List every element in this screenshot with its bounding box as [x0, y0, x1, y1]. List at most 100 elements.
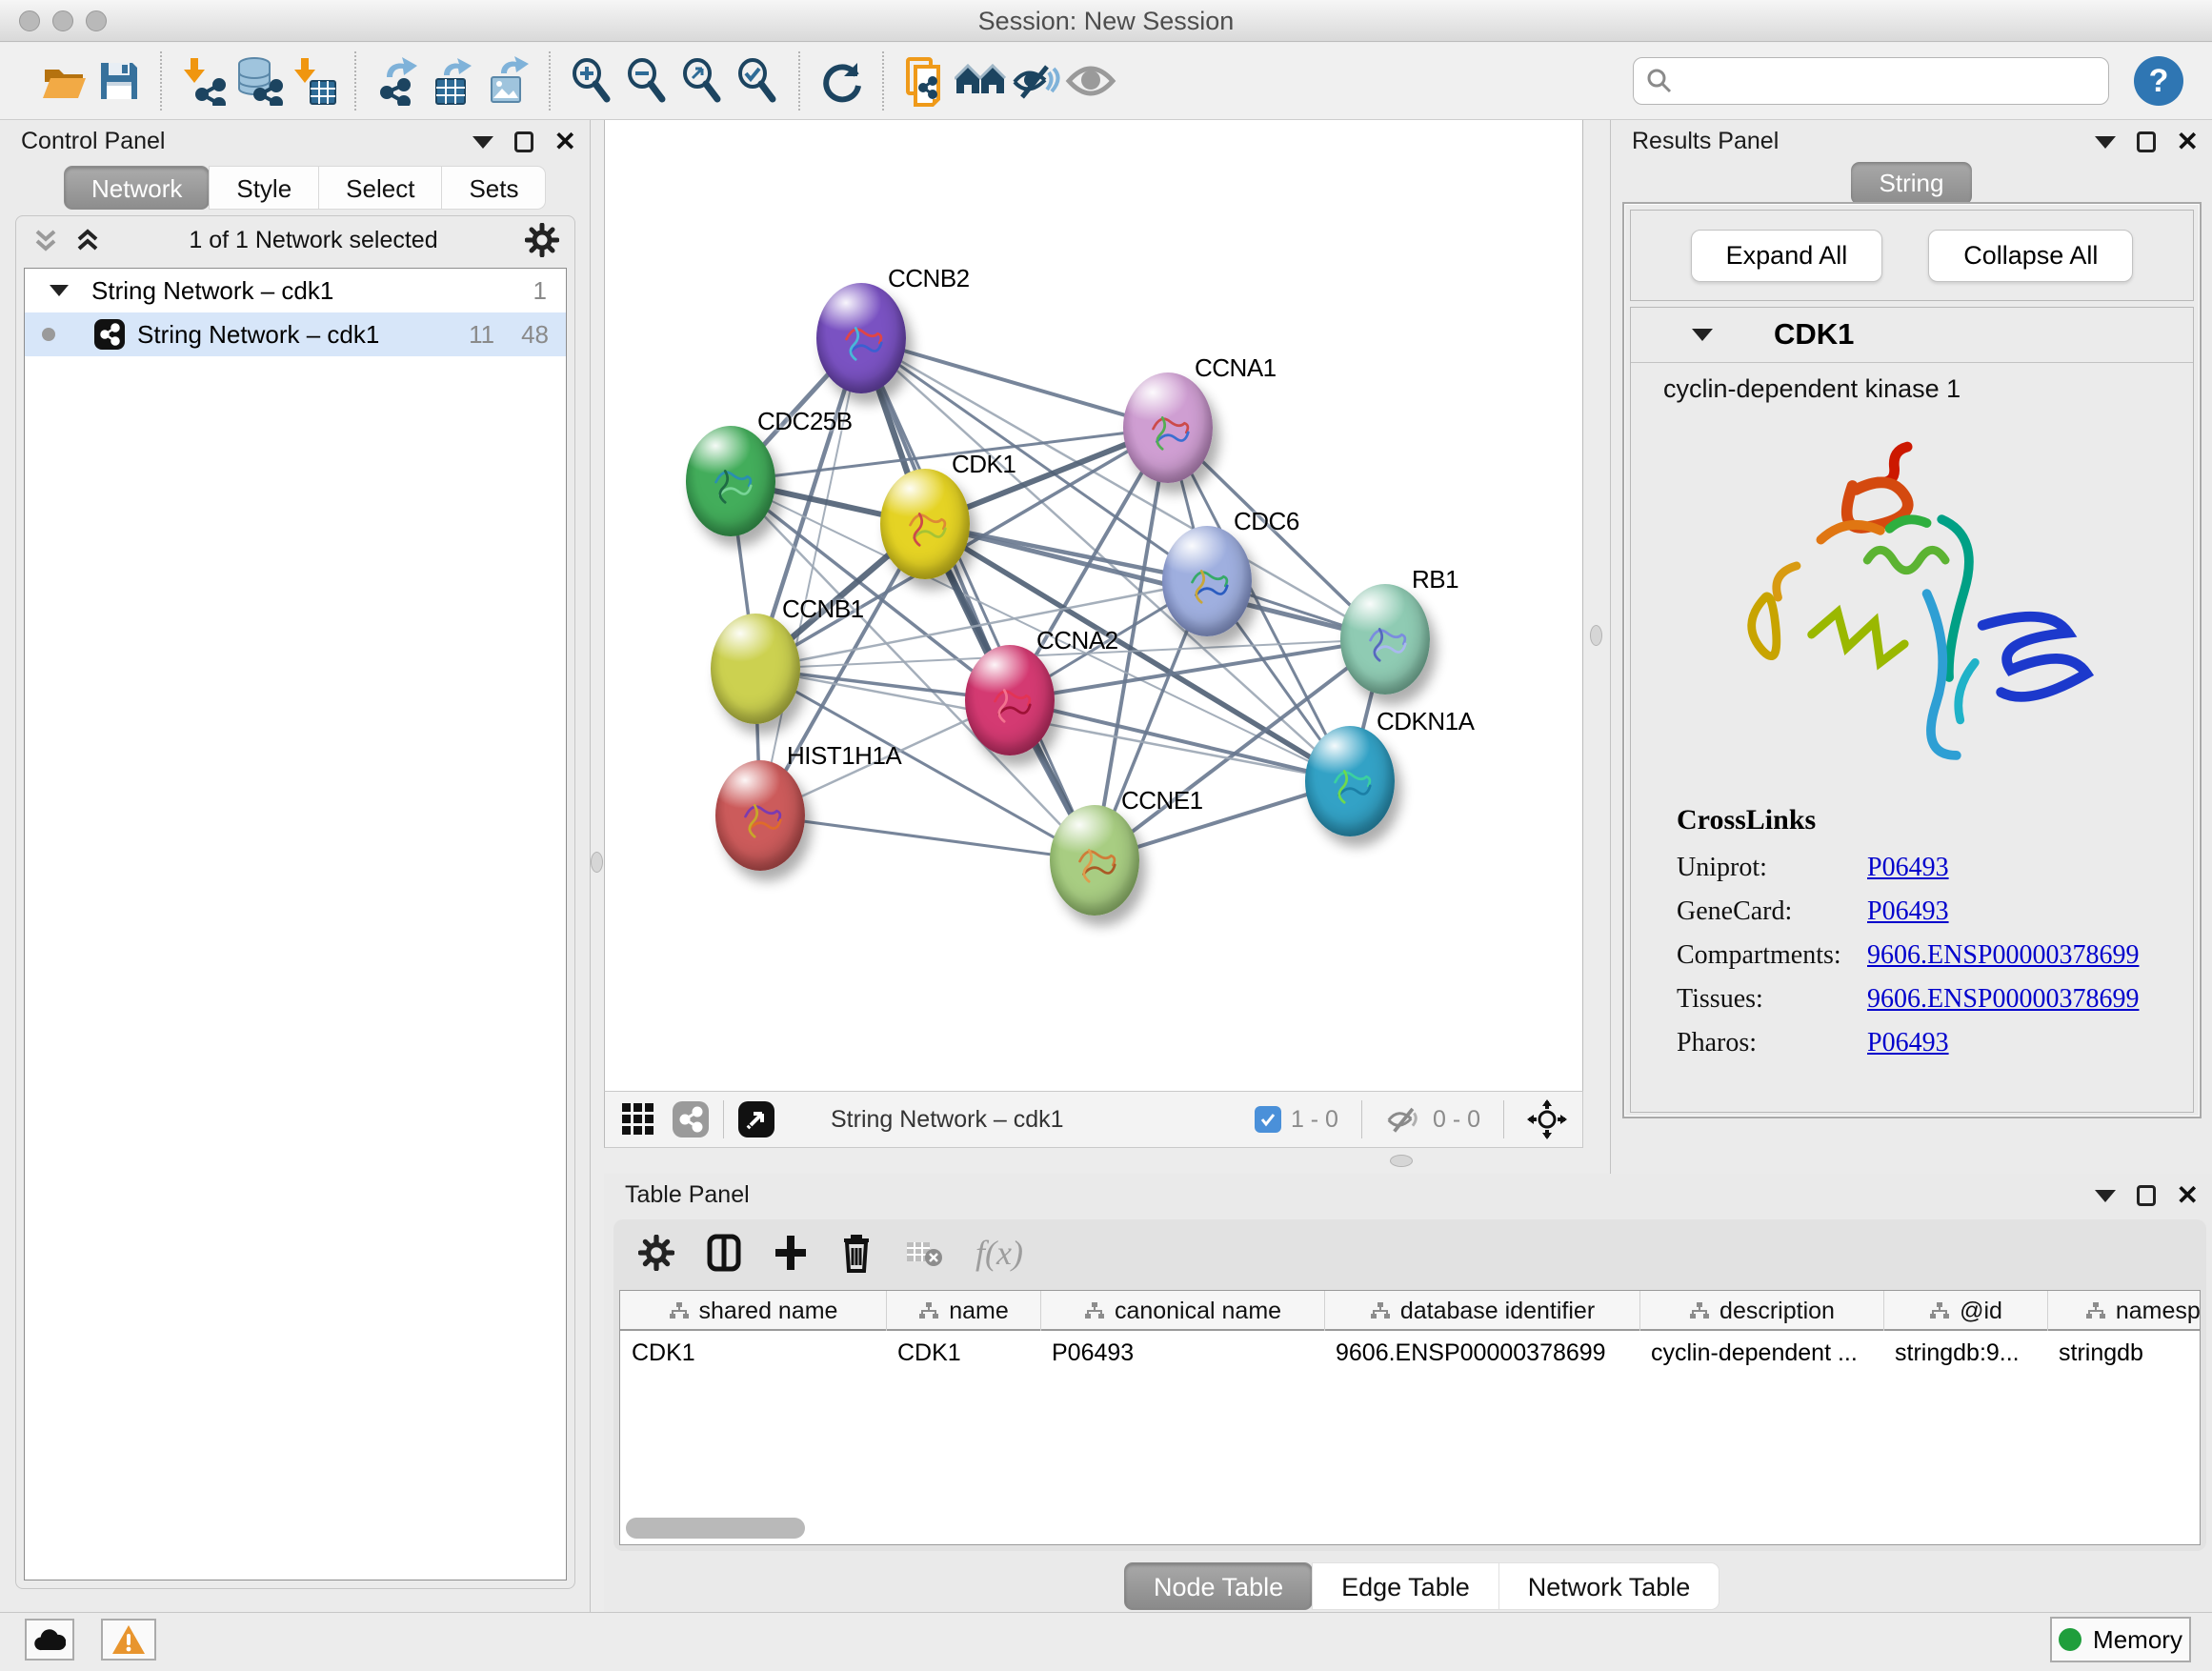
network-node-CDC6[interactable] — [1162, 526, 1252, 636]
open-session-button[interactable] — [36, 51, 91, 111]
tab-sets[interactable]: Sets — [441, 166, 546, 210]
entry-disclosure-icon[interactable] — [1692, 329, 1713, 341]
first-neighbors-button[interactable] — [953, 51, 1008, 111]
network-list: String Network – cdk1 1 String Network –… — [24, 268, 567, 1580]
tab-node-table[interactable]: Node Table — [1124, 1562, 1313, 1610]
column-header-shared-name[interactable]: shared name — [620, 1291, 886, 1331]
table-cell[interactable]: 9606.ENSP00000378699 — [1324, 1333, 1639, 1373]
column-header--id[interactable]: @id — [1883, 1291, 2047, 1331]
network-node-CCNB1[interactable] — [711, 614, 800, 724]
collapse-panel-icon[interactable] — [2095, 136, 2116, 149]
add-column-icon[interactable] — [774, 1234, 808, 1272]
cloud-status-button[interactable] — [25, 1619, 74, 1661]
gear-icon[interactable] — [525, 223, 559, 257]
import-table-file-button[interactable] — [286, 51, 341, 111]
clone-network-button[interactable] — [897, 51, 953, 111]
network-canvas[interactable]: CCNB2CCNA1CDC25BCDK1CDC6RB1CCNB1CCNA2CDK… — [604, 120, 1583, 1091]
hide-selected-button[interactable] — [1008, 51, 1063, 111]
network-node-CDKN1A[interactable] — [1305, 726, 1395, 836]
collapse-panel-icon[interactable] — [473, 136, 493, 149]
column-header-description[interactable]: description — [1639, 1291, 1883, 1331]
collection-disclosure-icon[interactable] — [50, 285, 69, 296]
network-collection-row[interactable]: String Network – cdk1 1 — [25, 269, 566, 312]
table-cell[interactable]: cyclin-dependent ... — [1639, 1333, 1883, 1373]
grid-view-icon[interactable] — [620, 1101, 656, 1137]
warnings-button[interactable] — [101, 1619, 156, 1661]
table-cell[interactable]: CDK1 — [886, 1333, 1040, 1373]
search-input[interactable] — [1674, 62, 2097, 100]
protein-structure-thumbnail — [1179, 551, 1235, 617]
table-row[interactable]: CDK1CDK1P064939606.ENSP00000378699cyclin… — [620, 1333, 2201, 1373]
close-panel-icon[interactable]: ✕ — [2177, 131, 2199, 152]
table-cell[interactable]: stringdb — [2047, 1333, 2201, 1373]
export-image-button[interactable] — [480, 51, 535, 111]
table-settings-gear-icon[interactable] — [638, 1235, 674, 1271]
crosslink-value-link[interactable]: 9606.ENSP00000378699 — [1867, 940, 2139, 971]
tab-string[interactable]: String — [1851, 162, 1973, 205]
tab-style[interactable]: Style — [209, 166, 319, 210]
show-all-button[interactable] — [1063, 51, 1118, 111]
tab-edge-table[interactable]: Edge Table — [1312, 1562, 1499, 1610]
help-button[interactable]: ? — [2134, 56, 2183, 106]
tab-network-table[interactable]: Network Table — [1498, 1562, 1720, 1610]
birdseye-view-icon[interactable] — [737, 1100, 775, 1138]
zoom-in-button[interactable] — [564, 51, 619, 111]
table-cell[interactable]: CDK1 — [620, 1333, 886, 1373]
search-box — [1633, 57, 2109, 105]
table-cell[interactable]: P06493 — [1040, 1333, 1324, 1373]
memory-button[interactable]: Memory — [2050, 1617, 2191, 1662]
crosslink-value-link[interactable]: 9606.ENSP00000378699 — [1867, 984, 2139, 1015]
column-header-name[interactable]: name — [886, 1291, 1040, 1331]
network-node-CCNA2[interactable] — [965, 645, 1055, 755]
float-panel-icon[interactable] — [2137, 131, 2156, 152]
horizontal-scrollbar[interactable] — [624, 1518, 2196, 1540]
right-splitter-handle[interactable] — [1590, 625, 1602, 646]
string-view-icon[interactable] — [672, 1100, 710, 1138]
network-node-CCNB2[interactable] — [816, 283, 906, 393]
zoom-fit-button[interactable] — [674, 51, 730, 111]
column-header-database-identifier[interactable]: database identifier — [1324, 1291, 1639, 1331]
table-cell[interactable]: stringdb:9... — [1883, 1333, 2047, 1373]
close-panel-icon[interactable]: ✕ — [2177, 1185, 2199, 1206]
import-network-file-button[interactable] — [175, 51, 231, 111]
crosslink-value-link[interactable]: P06493 — [1867, 1028, 1949, 1058]
float-panel-icon[interactable] — [514, 131, 533, 152]
column-header-canonical-name[interactable]: canonical name — [1040, 1291, 1324, 1331]
zoom-out-button[interactable] — [619, 51, 674, 111]
export-network-button[interactable] — [370, 51, 425, 111]
save-session-button[interactable] — [91, 51, 147, 111]
left-splitter-handle[interactable] — [591, 852, 603, 873]
delete-column-trash-icon[interactable] — [840, 1233, 873, 1273]
collapse-panel-icon[interactable] — [2095, 1190, 2116, 1202]
apply-layout-button[interactable] — [814, 51, 869, 111]
column-header-namespace[interactable]: namespace — [2047, 1291, 2201, 1331]
show-columns-icon[interactable] — [707, 1234, 741, 1272]
crosslink-value-link[interactable]: P06493 — [1867, 896, 1949, 927]
selected-nodes-checkbox-icon[interactable] — [1255, 1106, 1281, 1133]
gene-entry-header[interactable]: CDK1 — [1631, 308, 2193, 363]
export-table-button[interactable] — [425, 51, 480, 111]
network-node-CCNE1[interactable] — [1050, 805, 1139, 916]
zoom-selected-button[interactable] — [730, 51, 785, 111]
close-panel-icon[interactable]: ✕ — [554, 131, 576, 152]
crosslink-value-link[interactable]: P06493 — [1867, 853, 1949, 883]
import-network-database-button[interactable] — [231, 51, 286, 111]
collapse-all-button[interactable]: Collapse All — [1928, 230, 2133, 282]
network-node-HIST1H1A[interactable] — [715, 760, 805, 871]
network-row-selected[interactable]: String Network – cdk1 11 48 — [25, 312, 566, 356]
network-node-CDC25B[interactable] — [686, 426, 775, 536]
expand-all-networks-icon[interactable] — [73, 226, 102, 254]
crosslink-label: Pharos: — [1677, 1028, 1867, 1058]
scrollbar-thumb[interactable] — [626, 1518, 805, 1539]
string-results-box: Expand All Collapse All CDK1 cyclin-depe… — [1622, 202, 2202, 1118]
tab-network[interactable]: Network — [64, 166, 210, 210]
network-node-CCNA1[interactable] — [1123, 372, 1213, 483]
fit-content-crosshair-icon[interactable] — [1527, 1099, 1567, 1139]
expand-all-button[interactable]: Expand All — [1691, 230, 1883, 282]
collapse-all-networks-icon[interactable] — [31, 226, 60, 254]
float-panel-icon[interactable] — [2137, 1185, 2156, 1206]
network-node-RB1[interactable] — [1340, 584, 1430, 695]
bottom-splitter-handle[interactable] — [1390, 1155, 1413, 1167]
network-node-CDK1[interactable] — [880, 469, 970, 579]
tab-select[interactable]: Select — [318, 166, 442, 210]
